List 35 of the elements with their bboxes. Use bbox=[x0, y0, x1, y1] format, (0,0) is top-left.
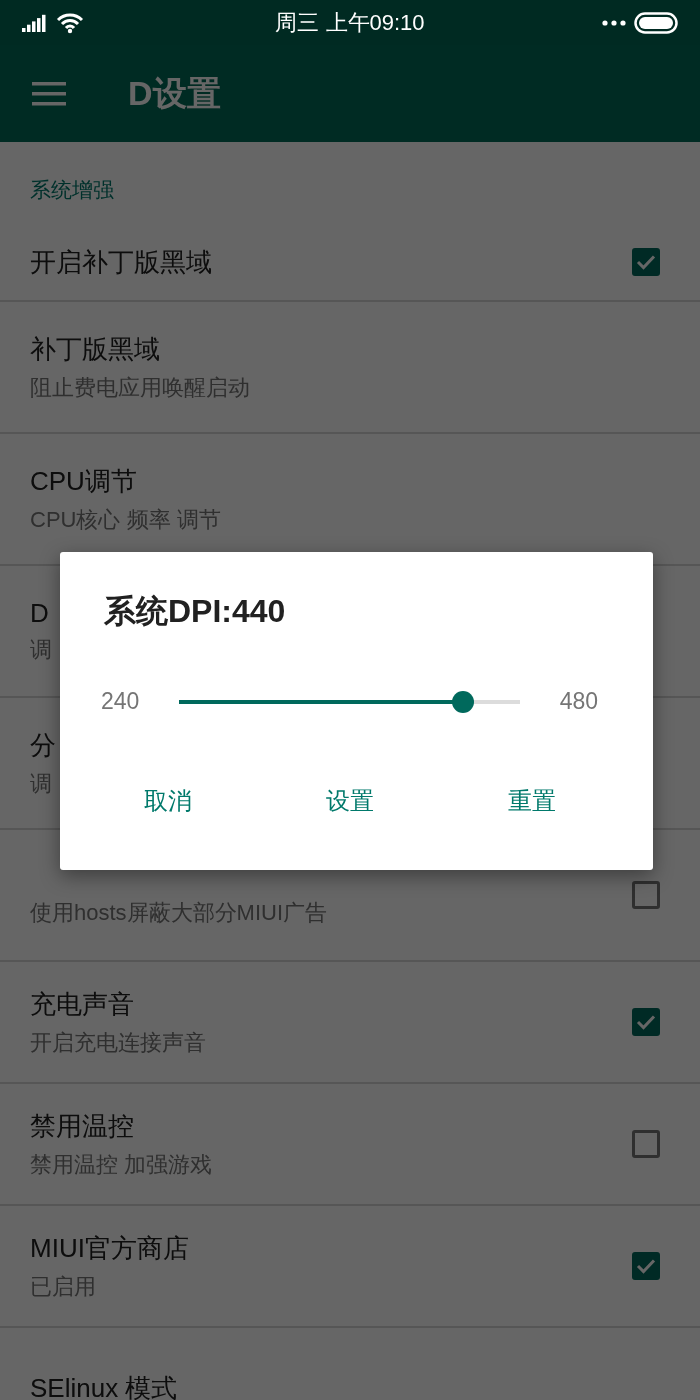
checkbox[interactable] bbox=[632, 1252, 660, 1280]
app-title: D设置 bbox=[128, 72, 221, 114]
setting-title: 开启补丁版黑域 bbox=[30, 245, 212, 279]
setting-title: MIUI官方商店 bbox=[30, 1231, 189, 1265]
slider-min-label: 240 bbox=[101, 688, 140, 715]
battery-icon bbox=[634, 11, 678, 34]
checkbox[interactable] bbox=[632, 1008, 660, 1036]
check-icon bbox=[636, 1258, 656, 1274]
menu-icon[interactable] bbox=[32, 81, 66, 106]
signal-icon bbox=[22, 13, 48, 32]
setting-title: SElinux 模式 bbox=[30, 1371, 178, 1400]
dialog-title: 系统DPI:440 bbox=[103, 592, 286, 631]
setting-title: 充电声音 bbox=[30, 987, 135, 1021]
checkbox[interactable] bbox=[632, 248, 660, 276]
slider-thumb[interactable] bbox=[451, 690, 474, 713]
settings-row[interactable]: SElinux 模式 bbox=[0, 1328, 700, 1400]
setting-title: D bbox=[30, 597, 50, 629]
more-icon bbox=[602, 19, 626, 26]
section-header: 系统增强 bbox=[29, 177, 115, 203]
dialog-button[interactable]: 取消 bbox=[132, 779, 204, 823]
setting-title: CPU调节 bbox=[30, 464, 138, 498]
settings-row[interactable]: 开启补丁版黑域 bbox=[0, 224, 700, 302]
setting-title: 禁用温控 bbox=[30, 1109, 135, 1143]
checkbox[interactable] bbox=[632, 1130, 660, 1158]
checkbox[interactable] bbox=[632, 881, 660, 909]
setting-title: 分 bbox=[30, 728, 56, 762]
status-time: 周三 上午09:10 bbox=[275, 8, 425, 37]
dialog-button[interactable]: 重置 bbox=[496, 779, 568, 823]
dpi-slider[interactable] bbox=[179, 690, 520, 713]
wifi-icon bbox=[56, 11, 84, 34]
check-icon bbox=[636, 1014, 656, 1030]
slider-max-label: 480 bbox=[559, 688, 598, 715]
setting-title: 补丁版黑域 bbox=[30, 332, 161, 366]
check-icon bbox=[636, 254, 656, 270]
dialog-button[interactable]: 设置 bbox=[314, 779, 386, 823]
